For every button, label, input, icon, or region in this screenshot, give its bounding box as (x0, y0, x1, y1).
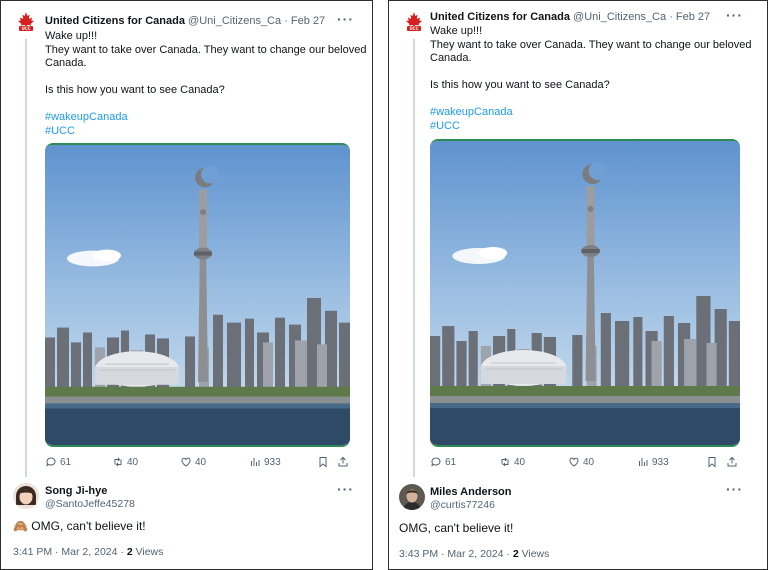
like-button[interactable]: 40 (568, 456, 594, 468)
author-name[interactable]: United Citizens for Canada (430, 11, 570, 23)
reply-time[interactable]: 3:43 PM · Mar 2, 2024 · (399, 548, 513, 560)
views-count: 933 (264, 456, 281, 468)
person-avatar-icon (399, 484, 425, 510)
reply-avatar[interactable] (13, 483, 39, 509)
retweet-button[interactable]: 40 (112, 456, 138, 468)
reply-more-button[interactable]: ··· (337, 481, 354, 497)
reply-text: 🙈 OMG, can't believe it! (13, 519, 146, 533)
thread-line (413, 39, 415, 477)
toronto-skyline-image (45, 145, 350, 445)
retweet-icon (114, 457, 122, 467)
reply-count: 61 (445, 456, 457, 468)
reply-text-content: OMG, can't believe it! (399, 521, 514, 535)
tweet-line: They want to take over Canada. They want… (430, 38, 752, 51)
right-screenshot-panel: UCC United Citizens for Canada @Uni_Citi… (388, 0, 768, 570)
retweet-count: 40 (127, 456, 139, 468)
reply-author-name[interactable]: Miles Anderson (430, 486, 512, 498)
reply-views-label: Views (518, 548, 550, 560)
hashtag-link[interactable]: #wakeupCanada (430, 106, 751, 120)
tweet-line: They want to take over Canada. They want… (45, 43, 367, 56)
like-count: 40 (195, 456, 207, 468)
tweet-text: Wake up!!! They want to take over Canada… (430, 25, 751, 133)
tweet-line: Is this how you want to see Canada? (430, 79, 610, 91)
bookmark-icon (319, 457, 327, 468)
hashtag-link[interactable]: #UCC (430, 120, 751, 134)
share-icon (727, 456, 737, 467)
views-icon (251, 458, 260, 466)
tweet-date[interactable]: Feb 27 (291, 15, 325, 27)
bookmark-icon (708, 457, 716, 468)
like-icon (569, 457, 579, 467)
author-handle[interactable]: @Uni_Citizens_Ca (573, 11, 666, 23)
tweet-text: Wake up!!! They want to take over Canada… (45, 30, 366, 138)
tweet-header: United Citizens for Canada @Uni_Citizens… (430, 11, 710, 23)
like-count: 40 (583, 456, 595, 468)
tweet-line: Wake up!!! (430, 25, 483, 37)
reply-author-handle[interactable]: @SantoJeffe45278 (45, 498, 135, 510)
reply-views-label: Views (132, 546, 164, 558)
more-options-button[interactable]: ··· (726, 7, 743, 23)
svg-text:UCC: UCC (21, 26, 30, 31)
separator: · (284, 15, 288, 27)
reply-icon (46, 457, 56, 467)
canada-logo-icon: UCC (406, 12, 422, 31)
share-icon (338, 456, 348, 467)
author-avatar[interactable]: UCC (13, 9, 39, 35)
reply-author-name[interactable]: Song Ji-hye (45, 485, 107, 497)
toronto-skyline-image (430, 141, 740, 445)
left-screenshot-panel: UCC United Citizens for Canada @Uni_Citi… (0, 0, 373, 570)
author-name[interactable]: United Citizens for Canada (45, 15, 185, 27)
reply-avatar[interactable] (399, 484, 425, 510)
reply-icon (431, 457, 441, 467)
more-options-button[interactable]: ··· (337, 11, 354, 27)
views-count: 933 (652, 456, 669, 468)
person-avatar-icon (13, 483, 39, 509)
like-icon (181, 457, 191, 467)
tweet-actions-bar: 61 40 40 933 (430, 454, 740, 470)
views-button[interactable]: 933 (249, 456, 281, 468)
tweet-header: United Citizens for Canada @Uni_Citizens… (45, 15, 325, 27)
tweet-line: Canada. (45, 57, 87, 69)
tweet-line: Is this how you want to see Canada? (45, 84, 225, 96)
tweet-line: Canada. (430, 52, 472, 64)
reply-more-button[interactable]: ··· (726, 481, 743, 497)
reply-button[interactable]: 61 (430, 456, 456, 468)
svg-text:UCC: UCC (409, 26, 418, 31)
tweet-image[interactable] (430, 139, 740, 447)
author-avatar[interactable]: UCC (401, 9, 427, 35)
reply-time[interactable]: 3:41 PM · Mar 2, 2024 · (13, 546, 127, 558)
reply-author-handle[interactable]: @curtis77246 (430, 499, 495, 511)
retweet-icon (501, 457, 509, 467)
reply-timestamp: 3:41 PM · Mar 2, 2024 · 2 Views (13, 546, 163, 558)
hashtag-link[interactable]: #UCC (45, 125, 366, 139)
reply-button[interactable]: 61 (45, 456, 71, 468)
reply-count: 61 (60, 456, 72, 468)
thread-line (25, 39, 27, 477)
separator: · (669, 11, 673, 23)
tweet-line: Wake up!!! (45, 30, 98, 42)
hashtag-link[interactable]: #wakeupCanada (45, 111, 366, 125)
author-handle[interactable]: @Uni_Citizens_Ca (188, 15, 281, 27)
reply-text: OMG, can't believe it! (399, 521, 513, 535)
tweet-image[interactable] (45, 143, 350, 447)
share-button[interactable] (337, 456, 349, 468)
retweet-button[interactable]: 40 (499, 456, 525, 468)
views-button[interactable]: 933 (637, 456, 669, 468)
canada-logo-icon: UCC (18, 12, 34, 31)
tweet-actions-bar: 61 40 40 933 (45, 454, 350, 470)
monkey-emoji-icon: 🙈 (13, 519, 28, 533)
like-button[interactable]: 40 (180, 456, 206, 468)
reply-text-content: OMG, can't believe it! (31, 519, 146, 533)
views-icon (639, 458, 648, 466)
retweet-count: 40 (514, 456, 526, 468)
bookmark-button[interactable] (706, 456, 718, 468)
bookmark-button[interactable] (317, 456, 329, 468)
tweet-date[interactable]: Feb 27 (676, 11, 710, 23)
share-button[interactable] (726, 456, 738, 468)
reply-timestamp: 3:43 PM · Mar 2, 2024 · 2 Views (399, 548, 549, 560)
